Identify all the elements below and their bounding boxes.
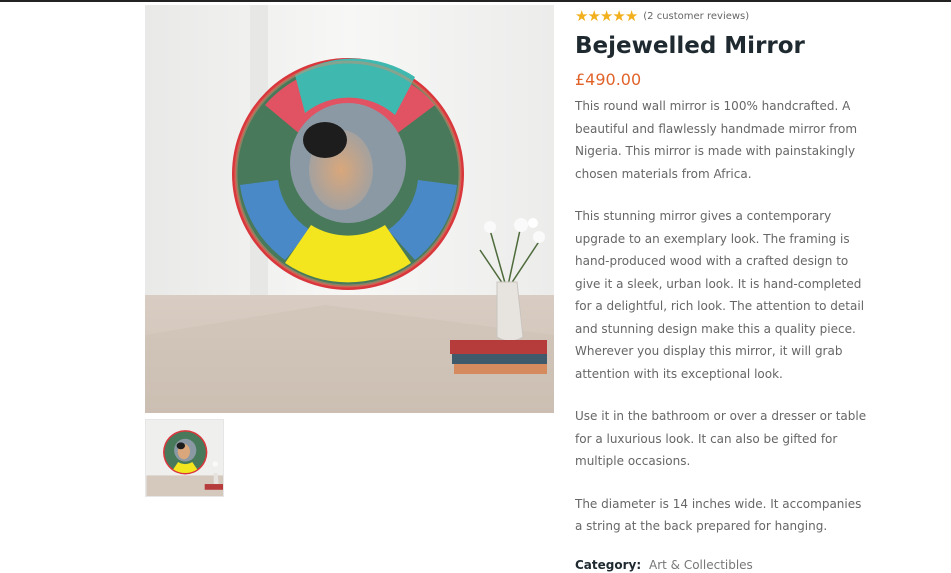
rating-row: ★ ★ ★ ★ ★ (2 customer reviews) (575, 8, 875, 24)
product-summary: ★ ★ ★ ★ ★ (2 customer reviews) Bejewelle… (575, 8, 875, 573)
star-icon: ★ (587, 6, 600, 25)
description-paragraph: The diameter is 14 inches wide. It accom… (575, 496, 862, 534)
star-icon: ★ (624, 6, 638, 25)
product-price: £490.00 (575, 70, 642, 89)
product-title: Bejewelled Mirror (575, 33, 805, 59)
star-icon: ★ (612, 6, 625, 25)
description-paragraph: This round wall mirror is 100% handcraft… (575, 99, 858, 181)
product-meta: Category: Art & Collectibles (575, 557, 875, 573)
description-paragraph: This stunning mirror gives a contemporar… (575, 209, 865, 381)
category-link[interactable]: Art & Collectibles (649, 558, 753, 572)
star-icon: ★ (575, 6, 588, 25)
description-paragraph: Use it in the bathroom or over a dresser… (575, 409, 867, 468)
star-icon: ★ (599, 6, 613, 25)
star-rating: ★ ★ ★ ★ ★ (575, 6, 638, 25)
customer-reviews-link[interactable]: (2 customer reviews) (643, 11, 749, 22)
product-description: This round wall mirror is 100% handcraft… (575, 95, 870, 538)
top-border (0, 0, 951, 2)
product-thumbnail[interactable] (145, 419, 224, 497)
category-label: Category: (575, 557, 642, 572)
product-main-image[interactable] (145, 5, 554, 413)
